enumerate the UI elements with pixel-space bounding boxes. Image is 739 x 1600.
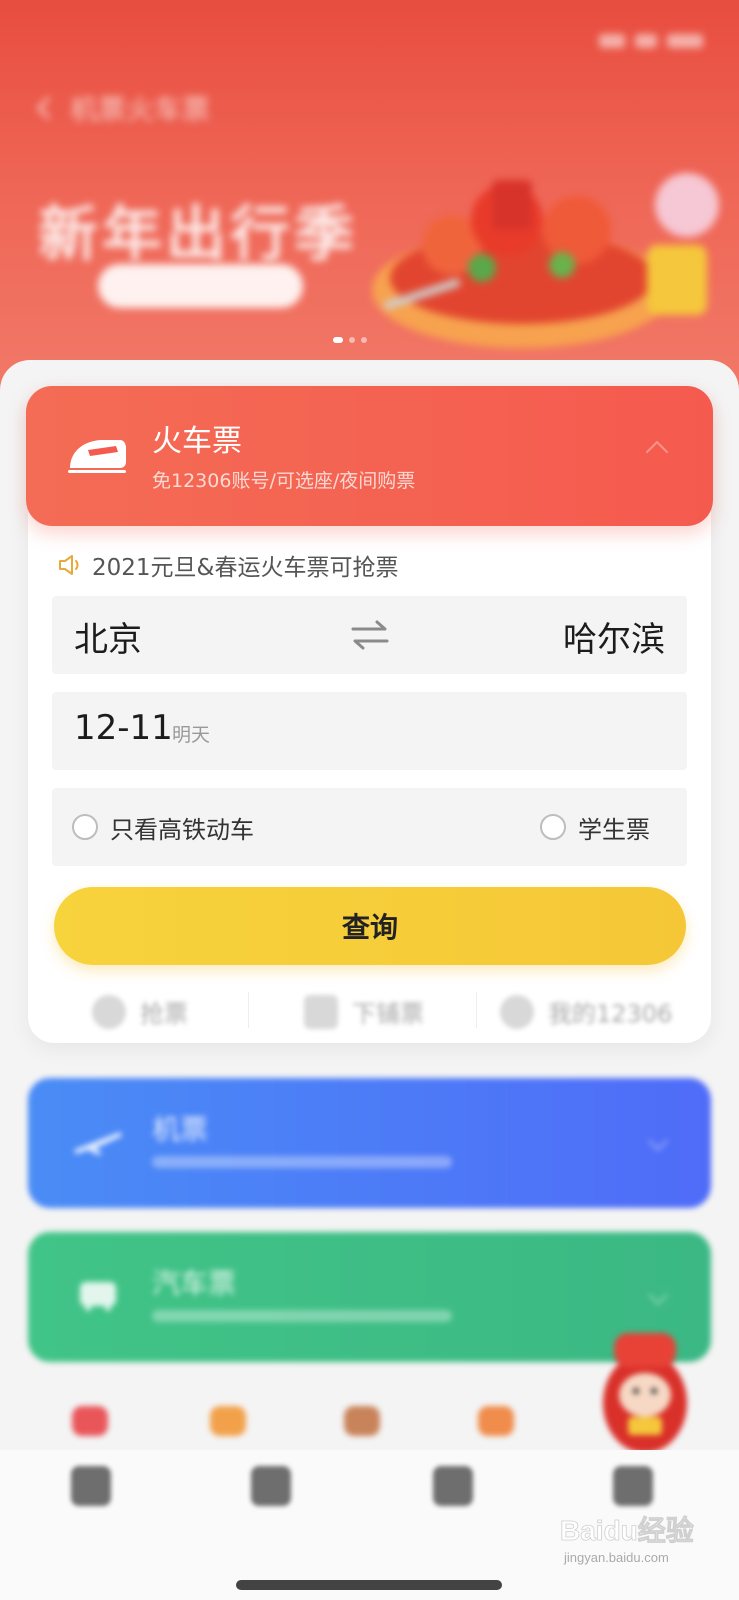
flight-card-title: 机票 — [152, 1113, 209, 1146]
notice-text: 2021元旦&春运火车票可抢票 — [92, 555, 399, 581]
chevron-down-icon[interactable] — [648, 1131, 668, 1151]
divider — [248, 992, 249, 1028]
home-indicator[interactable] — [236, 1580, 502, 1590]
chevron-down-icon[interactable] — [648, 1285, 668, 1305]
promo-icon[interactable] — [72, 1406, 108, 1436]
banner-pager — [333, 337, 367, 343]
high-speed-radio[interactable] — [72, 814, 98, 840]
lower-berth-icon — [304, 994, 338, 1029]
pager-dot — [349, 337, 355, 343]
bus-card-subtitle — [152, 1310, 452, 1322]
chevron-up-icon[interactable] — [645, 440, 669, 464]
quick-link-grab[interactable]: 抢票 — [92, 994, 188, 1029]
my-12306-icon — [500, 994, 534, 1029]
mascot-float-icon[interactable] — [592, 1325, 698, 1455]
train-card-title: 火车票 — [152, 424, 242, 459]
grab-ticket-icon — [92, 994, 126, 1029]
train-card-subtitle: 免12306账号/可选座/夜间购票 — [152, 470, 416, 492]
quick-links: 抢票 下铺票 我的12306 — [28, 980, 711, 1040]
notice-bar[interactable]: 2021元旦&春运火车票可抢票 — [58, 548, 398, 582]
quick-link-label: 下铺票 — [352, 1000, 424, 1028]
filter-options: 只看高铁动车 学生票 — [52, 788, 687, 866]
profile-icon — [613, 1466, 653, 1506]
svg-text:jingyan.baidu.com: jingyan.baidu.com — [563, 1550, 669, 1565]
tab-trip[interactable] — [206, 1464, 336, 1554]
wifi-icon — [635, 34, 657, 48]
date-picker[interactable]: 12-11 明天 — [52, 692, 687, 770]
arrival-city[interactable]: 哈尔滨 — [563, 612, 665, 661]
service-icon — [433, 1466, 473, 1506]
query-button[interactable]: 查询 — [54, 887, 686, 965]
student-ticket-radio[interactable] — [540, 814, 566, 840]
svg-text:Baidu经验: Baidu经验 — [560, 1514, 694, 1546]
pager-dot — [333, 337, 343, 343]
quick-link-my-12306[interactable]: 我的12306 — [500, 994, 672, 1029]
promo-icon[interactable] — [210, 1406, 246, 1436]
divider — [476, 992, 477, 1028]
speaker-icon — [59, 555, 79, 575]
nav-bar: 机票火车票 — [36, 88, 211, 128]
bus-card-title: 汽车票 — [152, 1267, 237, 1300]
quick-link-lower-berth[interactable]: 下铺票 — [304, 994, 424, 1029]
promo-icon[interactable] — [344, 1406, 380, 1436]
banner-button[interactable] — [98, 264, 303, 308]
departure-date: 12-11 — [74, 708, 173, 748]
flight-ticket-card[interactable]: 机票 — [28, 1078, 711, 1208]
promo-icon[interactable] — [478, 1406, 514, 1436]
nav-title: 机票火车票 — [70, 93, 211, 126]
hero-banner[interactable]: 机票火车票 新年出行季 — [0, 0, 739, 420]
train-icon — [68, 440, 126, 473]
tab-home[interactable] — [26, 1464, 156, 1554]
departure-city[interactable]: 北京 — [74, 612, 142, 661]
high-speed-label[interactable]: 只看高铁动车 — [110, 810, 254, 845]
swap-icon[interactable] — [350, 618, 390, 652]
banner-title: 新年出行季 — [38, 200, 358, 270]
status-icons — [599, 34, 703, 48]
date-hint: 明天 — [172, 724, 211, 746]
back-icon[interactable] — [36, 96, 60, 120]
student-ticket-label[interactable]: 学生票 — [578, 810, 650, 845]
home-icon — [71, 1466, 111, 1506]
quick-link-label: 我的12306 — [548, 1000, 673, 1028]
flight-card-subtitle — [152, 1156, 452, 1168]
battery-icon — [667, 34, 703, 48]
quick-link-label: 抢票 — [140, 1000, 188, 1028]
route-selector: 北京 哈尔滨 — [52, 596, 687, 674]
signal-icon — [599, 34, 625, 48]
status-bar — [0, 28, 739, 58]
trip-icon — [251, 1466, 291, 1506]
pager-dot — [361, 337, 367, 343]
tab-service[interactable] — [388, 1464, 518, 1554]
banner-food-illustration — [372, 173, 719, 348]
airplane-icon — [74, 1132, 122, 1155]
bus-icon — [80, 1282, 116, 1311]
train-card-header[interactable]: 火车票 免12306账号/可选座/夜间购票 — [26, 386, 713, 526]
baidu-watermark: Baidu经验 jingyan.baidu.com — [560, 1514, 694, 1565]
